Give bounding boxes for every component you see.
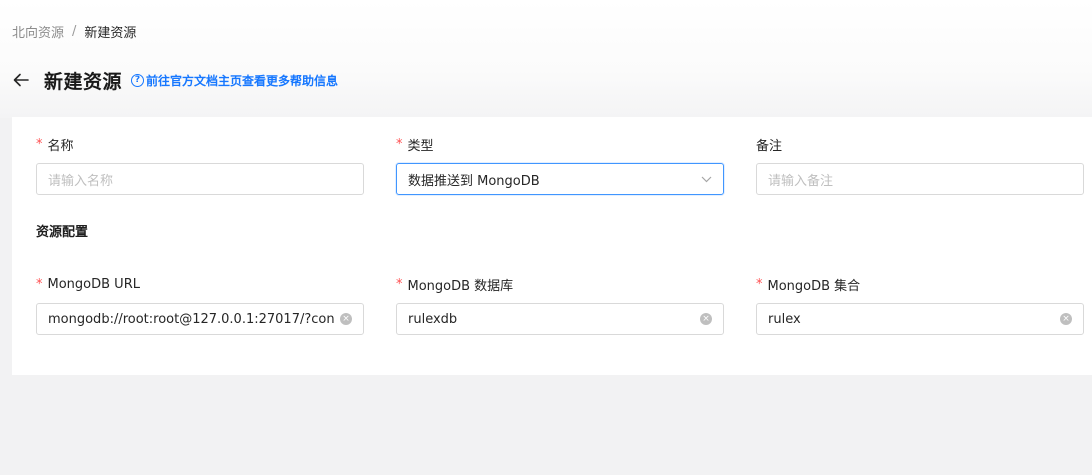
required-mark: *: [396, 136, 403, 152]
mongo-db-input[interactable]: rulexdb ×: [396, 303, 724, 335]
form-card: * 名称 请输入名称 * 类型 数据推送到 MongoDB 备注 请输入备注 资…: [12, 117, 1092, 375]
doc-link[interactable]: ? 前往官方文档主页查看更多帮助信息: [131, 72, 338, 89]
chevron-down-icon: [701, 176, 712, 182]
section-title: 资源配置: [36, 225, 89, 240]
mongo-db-field: * MongoDB 数据库 rulexdb ×: [396, 274, 724, 335]
type-label: * 类型: [396, 134, 724, 154]
clear-icon[interactable]: ×: [700, 313, 712, 325]
required-mark: *: [396, 276, 403, 292]
breadcrumb-current: 新建资源: [84, 26, 137, 41]
remark-label: 备注: [756, 134, 1084, 154]
mongo-db-value: rulexdb: [408, 311, 458, 327]
required-mark: *: [36, 276, 43, 292]
name-placeholder: 请输入名称: [48, 173, 114, 189]
mongo-url-field: * MongoDB URL mongodb://root:root@127.0.…: [36, 274, 364, 335]
required-mark: *: [36, 136, 43, 152]
mongo-url-input[interactable]: mongodb://root:root@127.0.0.1:27017/?con…: [36, 303, 364, 335]
breadcrumb-parent[interactable]: 北向资源: [12, 22, 64, 41]
mongo-collection-value: rulex: [768, 311, 801, 327]
remark-label-text: 备注: [756, 138, 783, 154]
arrow-left-icon: [13, 73, 29, 87]
name-label: * 名称: [36, 134, 364, 154]
top-band: [0, 0, 1092, 118]
doc-link-label: 前往官方文档主页查看更多帮助信息: [146, 73, 339, 88]
page-header: 新建资源 ? 前往官方文档主页查看更多帮助信息: [10, 66, 338, 94]
mongo-url-label: * MongoDB URL: [36, 274, 364, 294]
name-label-text: 名称: [47, 138, 74, 154]
clear-icon[interactable]: ×: [340, 313, 352, 325]
remark-field: 备注 请输入备注: [756, 134, 1084, 195]
remark-input[interactable]: 请输入备注: [756, 163, 1084, 195]
mongo-db-label-text: MongoDB 数据库: [407, 278, 514, 294]
remark-placeholder: 请输入备注: [768, 173, 834, 189]
page-title: 新建资源: [44, 70, 123, 93]
mongo-collection-field: * MongoDB 集合 rulex ×: [756, 274, 1084, 335]
breadcrumb: 北向资源 / 新建资源: [12, 22, 136, 41]
mongo-collection-label-text: MongoDB 集合: [767, 278, 861, 294]
mongo-db-label: * MongoDB 数据库: [396, 274, 724, 294]
type-select-value: 数据推送到 MongoDB: [408, 173, 540, 189]
name-input[interactable]: 请输入名称: [36, 163, 364, 195]
clear-icon[interactable]: ×: [1060, 313, 1072, 325]
mongo-collection-label: * MongoDB 集合: [756, 274, 1084, 294]
breadcrumb-separator: /: [72, 24, 77, 39]
type-select[interactable]: 数据推送到 MongoDB: [396, 163, 724, 195]
name-field: * 名称 请输入名称: [36, 134, 364, 195]
mongo-collection-input[interactable]: rulex ×: [756, 303, 1084, 335]
type-field: * 类型 数据推送到 MongoDB: [396, 134, 724, 195]
back-button[interactable]: [10, 69, 32, 91]
required-mark: *: [756, 276, 763, 292]
mongo-url-label-text: MongoDB URL: [47, 276, 140, 292]
mongo-url-value: mongodb://root:root@127.0.0.1:27017/?con…: [48, 311, 334, 327]
type-label-text: 类型: [407, 138, 434, 154]
question-circle-icon: ?: [131, 73, 145, 87]
